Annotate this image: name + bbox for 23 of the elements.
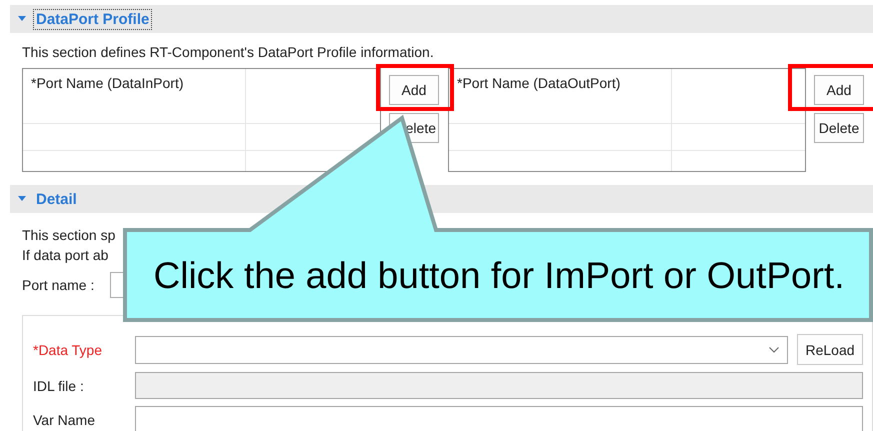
section-title[interactable]: Detail [33, 188, 80, 210]
reload-button[interactable]: ReLoad [797, 334, 863, 365]
idl-file-field[interactable] [135, 372, 863, 399]
collapse-triangle-icon[interactable] [18, 16, 26, 22]
section-description: This section sp [22, 226, 116, 245]
field-label: Var Name [33, 412, 96, 428]
var-name-field[interactable] [135, 406, 863, 431]
field-label: *Data Type [33, 342, 104, 358]
port-table[interactable]: *Port Name (DataOutPort) [448, 68, 806, 172]
section-title[interactable]: DataPort Profile [33, 8, 152, 30]
section-description: If data port ab [22, 246, 110, 265]
table-button[interactable]: Delete [814, 113, 864, 143]
column-header: *Port Name (DataInPort) [23, 69, 246, 124]
field-label: IDL file : [33, 378, 85, 394]
column-header: *Port Name (DataOutPort) [449, 69, 672, 124]
chevron-down-icon [769, 346, 779, 352]
table-button[interactable]: Add [814, 75, 864, 105]
section-description: This section defines RT-Component's DataPort Profile information. [22, 43, 435, 62]
port-name-label: Port name : [22, 277, 96, 293]
data-type-dropdown[interactable] [135, 336, 788, 364]
collapse-triangle-icon[interactable] [18, 196, 26, 202]
table-button[interactable]: Add [389, 75, 439, 105]
callout-text: Click the add button for ImPort or OutPort. [152, 256, 846, 296]
